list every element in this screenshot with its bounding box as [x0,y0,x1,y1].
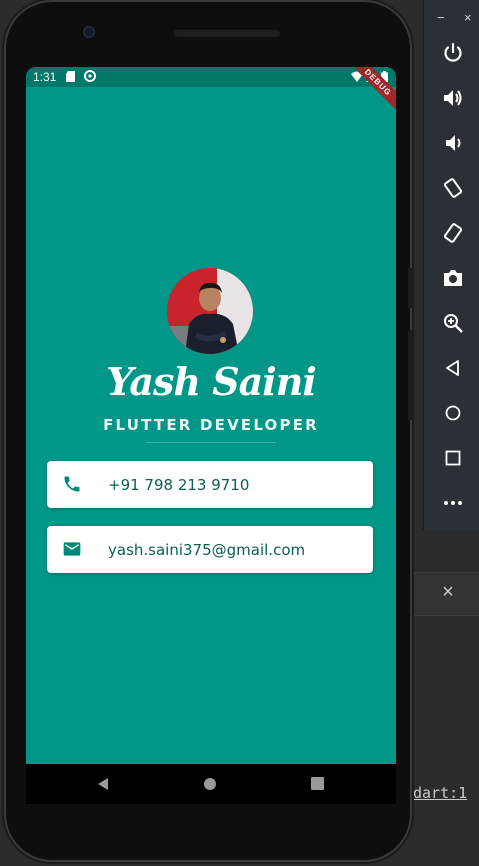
sd-card-icon [66,71,75,82]
nav-back-button[interactable] [96,777,110,791]
zoom-icon[interactable] [442,312,464,334]
emulator-toolbar: − × [423,0,479,530]
android-nav-bar [26,764,396,804]
status-bar: 1:31 DEBUG [26,67,396,116]
avatar [167,268,253,354]
divider [146,442,276,443]
sync-icon [84,70,96,82]
status-time: 1:31 [33,70,57,84]
email-contact-card[interactable]: yash.saini375@gmail.com [47,526,373,573]
phone-contact-card[interactable]: +91 798 213 9710 [47,461,373,508]
overview-icon[interactable] [442,447,464,469]
profile-name: Yash Saini [106,359,317,404]
dart-link[interactable]: dart:1 [413,784,467,802]
minimize-button[interactable]: − [437,10,445,25]
front-camera [83,26,95,38]
power-icon[interactable] [442,42,464,64]
back-icon[interactable] [442,357,464,379]
phone-number: +91 798 213 9710 [108,476,250,494]
email-address: yash.saini375@gmail.com [108,541,306,559]
email-icon [63,542,81,556]
rotate-left-icon[interactable] [442,177,464,199]
rotate-right-icon[interactable] [442,222,464,244]
profile-title: FLUTTER DEVELOPER [103,416,319,434]
volume-down-icon[interactable] [442,132,464,154]
camera-icon[interactable] [442,267,464,289]
ide-close-button[interactable]: × [438,580,458,604]
close-button[interactable]: × [464,10,472,25]
volume-up-icon[interactable] [442,87,464,109]
phone-icon [64,476,80,492]
earpiece-speaker [173,28,281,37]
phone-side-button [408,268,414,308]
home-icon[interactable] [442,402,464,424]
phone-side-button [408,330,414,420]
avatar-image [167,268,253,354]
more-icon[interactable] [442,492,464,514]
nav-overview-button[interactable] [311,777,324,790]
nav-home-button[interactable] [203,777,217,791]
app-screen: 1:31 DEBUG Yash Saini FLUTTER DEVELOPER … [26,67,396,801]
